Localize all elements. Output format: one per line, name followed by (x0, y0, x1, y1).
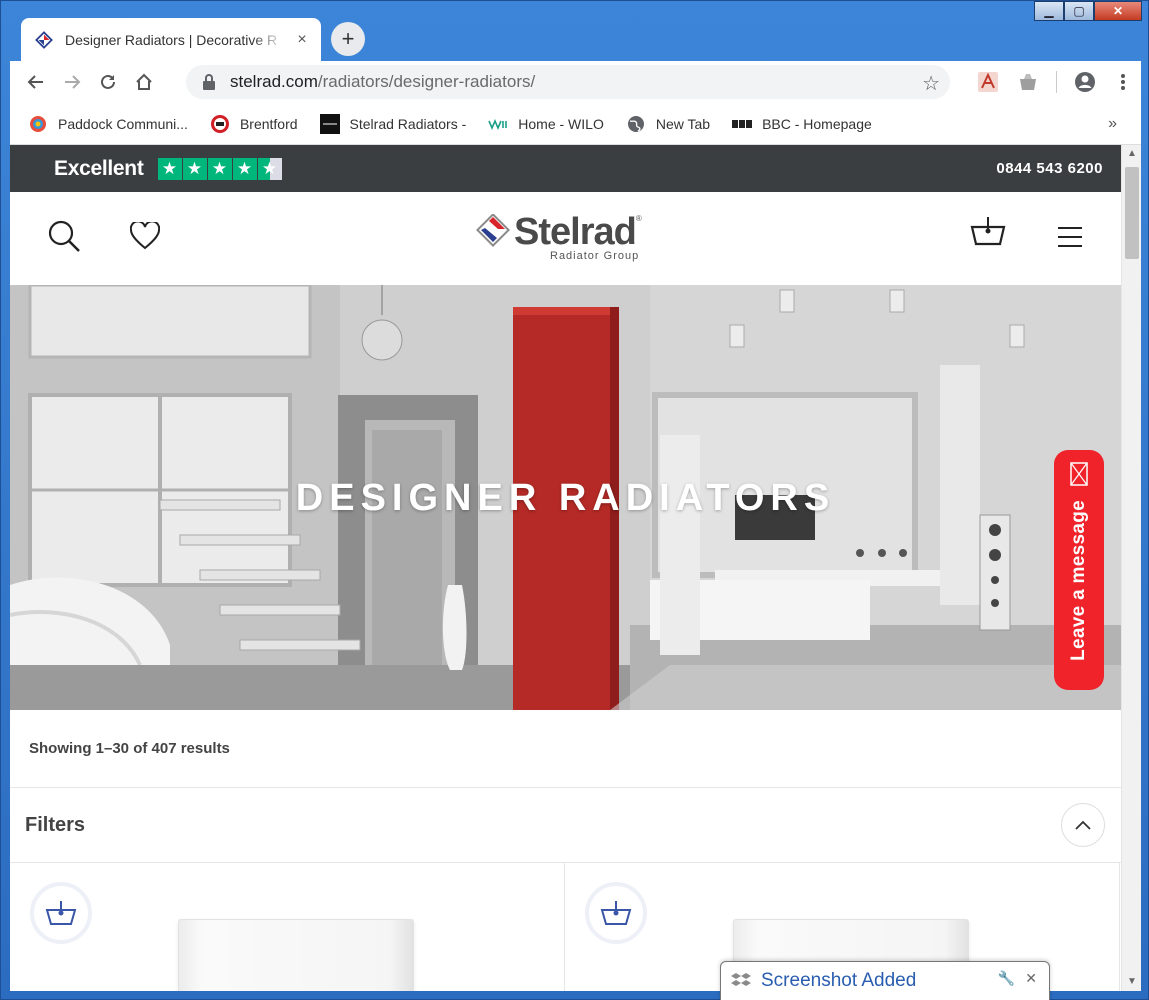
hero-title: DESIGNER RADIATORS (295, 477, 836, 519)
site-header: Stelrad ® Radiator Group (10, 192, 1121, 285)
titlebar: Designer Radiators | Decorative R × + ▁ … (1, 1, 1148, 61)
bookmark-star-icon[interactable]: ☆ (922, 71, 940, 96)
bookmark-new-tab[interactable]: New Tab (626, 114, 710, 134)
bookmark-label: BBC - Homepage (762, 115, 872, 132)
page-scrollbar[interactable]: ▲ ▼ (1121, 145, 1141, 991)
bookmarks-bar: Paddock Communi... Brentford Stelrad Rad… (10, 103, 1141, 145)
hero-banner: DESIGNER RADIATORS (10, 285, 1121, 710)
basket-icon (45, 901, 77, 925)
leave-message-label: Leave a message (1068, 500, 1089, 661)
search-icon[interactable] (48, 220, 82, 254)
bookmark-brentford[interactable]: Brentford (210, 114, 298, 134)
heart-icon[interactable] (130, 222, 160, 250)
trustpilot-rating-label: Excellent (54, 156, 144, 180)
results-count: Showing 1–30 of 407 results (10, 710, 1121, 788)
dropbox-icon (731, 973, 751, 986)
bookmark-paddock[interactable]: Paddock Communi... (28, 114, 188, 134)
phone-number[interactable]: 0844 543 6200 (996, 160, 1103, 177)
bookmark-label: New Tab (655, 115, 711, 132)
kebab-menu-icon (1121, 74, 1125, 90)
tab-title: Designer Radiators | Decorative R (65, 31, 278, 48)
hamburger-menu-icon[interactable] (1057, 226, 1083, 248)
star-icon: ★ (207, 157, 232, 180)
lock-icon (203, 74, 215, 90)
stelrad-favicon (35, 30, 53, 49)
indicoll-icon (319, 113, 340, 134)
back-arrow-icon (27, 75, 43, 89)
screenshot-toast[interactable]: Screenshot Added 🔧 ✕ (720, 961, 1050, 1000)
scroll-down-icon[interactable]: ▼ (1122, 973, 1142, 991)
scroll-thumb[interactable] (1125, 167, 1139, 259)
tab-close-icon[interactable]: × (293, 31, 311, 49)
bookmark-wilo[interactable]: Home - WILO (488, 114, 604, 134)
maximize-button[interactable]: ▢ (1064, 1, 1094, 21)
bbc-icon (732, 114, 753, 134)
registered-mark: ® (635, 214, 642, 223)
wilo-icon (488, 114, 508, 134)
add-to-basket-button[interactable] (30, 882, 92, 944)
trustpilot-stars[interactable]: ★ ★ ★ ★ ★ (157, 157, 283, 180)
stelrad-logo-mark (476, 214, 510, 247)
bookmark-label: Brentford (239, 115, 298, 132)
minimize-button[interactable]: ▁ (1034, 1, 1064, 21)
browser-menu-button[interactable] (1105, 64, 1141, 100)
chevron-up-icon (1075, 820, 1091, 830)
filters-label: Filters (25, 813, 86, 836)
pdf-extension-icon[interactable] (977, 71, 999, 93)
bookmark-stelrad[interactable]: Stelrad Radiators - (319, 113, 467, 134)
bookmark-bbc[interactable]: BBC - Homepage (732, 114, 872, 134)
toolbar-right (968, 61, 1141, 103)
forward-button[interactable] (54, 64, 90, 100)
bookmark-label: Stelrad Radiators - (349, 115, 467, 132)
brentford-icon (210, 114, 230, 134)
star-icon: ★ (182, 157, 207, 180)
product-image[interactable] (178, 919, 414, 991)
wrench-icon[interactable]: 🔧 (998, 970, 1015, 987)
bookmark-label: Home - WILO (518, 115, 604, 132)
logo-wordmark: Stelrad (514, 211, 637, 253)
scroll-up-icon[interactable]: ▲ (1122, 145, 1142, 163)
page-viewport: Excellent ★ ★ ★ ★ ★ 0844 543 6200 Stelra… (10, 145, 1121, 991)
extension-icon[interactable] (1017, 71, 1039, 93)
close-window-button[interactable]: ✕ (1094, 1, 1142, 21)
filters-toggle-button[interactable] (1061, 803, 1105, 847)
star-icon: ★ (157, 157, 182, 180)
address-bar[interactable]: stelrad.com/radiators/designer-radiators… (186, 65, 950, 99)
basket-icon (600, 901, 632, 925)
toast-controls: 🔧 ✕ (998, 970, 1037, 987)
toolbar-separator (1056, 71, 1057, 93)
browser-window: Designer Radiators | Decorative R × + ▁ … (0, 0, 1149, 1000)
bookmark-label: Paddock Communi... (58, 115, 188, 132)
home-button[interactable] (126, 64, 162, 100)
add-to-basket-button[interactable] (585, 882, 647, 944)
new-tab-button[interactable]: + (331, 22, 365, 56)
logo-subtitle: Radiator Group (550, 250, 640, 262)
envelope-icon (1070, 462, 1088, 486)
bookmarks-overflow-icon[interactable]: » (1108, 115, 1117, 133)
globe-icon (626, 114, 646, 134)
basket-icon[interactable] (970, 215, 1006, 247)
paddock-icon (28, 114, 48, 134)
forward-arrow-icon (65, 75, 81, 89)
browser-tab[interactable]: Designer Radiators | Decorative R × (21, 18, 321, 61)
toast-message: Screenshot Added (761, 970, 917, 991)
url-host: stelrad.com (230, 72, 318, 91)
profile-icon[interactable] (1074, 71, 1096, 93)
window-controls: ▁ ▢ ✕ (1034, 1, 1142, 21)
half-star-icon: ★ (257, 157, 282, 180)
browser-toolbar: stelrad.com/radiators/designer-radiators… (10, 61, 1141, 103)
filters-header[interactable]: Filters (10, 788, 1121, 863)
home-icon (136, 73, 152, 90)
url-path: /radiators/designer-radiators/ (317, 72, 536, 91)
reload-button[interactable] (90, 64, 126, 100)
star-icon: ★ (232, 157, 257, 180)
reload-icon (101, 74, 115, 89)
product-card[interactable] (10, 863, 565, 991)
back-button[interactable] (18, 64, 54, 100)
stelrad-logo[interactable]: Stelrad ® Radiator Group (476, 211, 642, 262)
leave-message-button[interactable]: Leave a message (1054, 450, 1104, 690)
trustpilot-bar: Excellent ★ ★ ★ ★ ★ 0844 543 6200 (10, 145, 1121, 192)
close-icon[interactable]: ✕ (1025, 970, 1037, 987)
